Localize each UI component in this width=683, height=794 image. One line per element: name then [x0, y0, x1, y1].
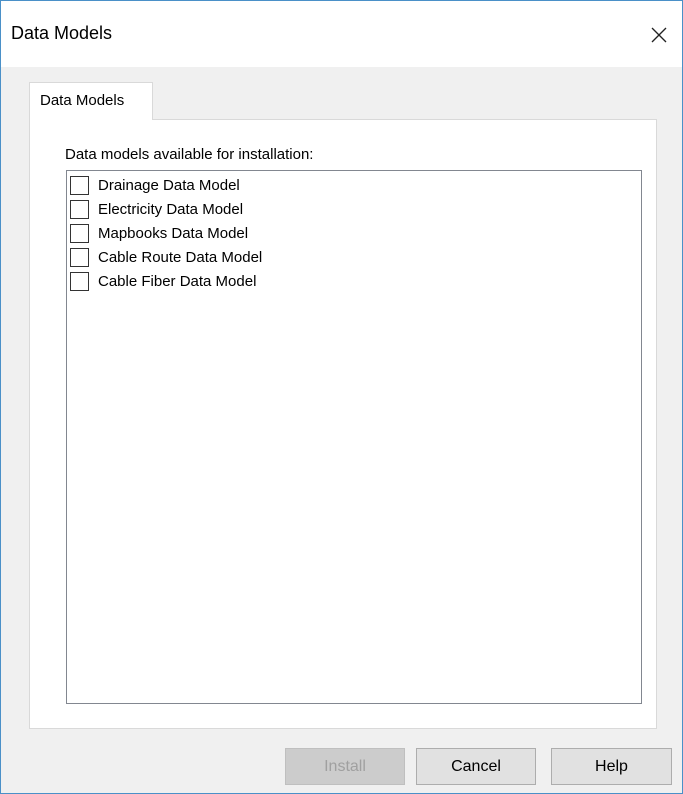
title-bar: Data Models	[1, 1, 682, 67]
checkbox-cable-route[interactable]	[70, 247, 89, 267]
close-icon	[651, 27, 667, 43]
window-title: Data Models	[11, 23, 113, 43]
install-button[interactable]: Install	[285, 748, 405, 785]
help-button[interactable]: Help	[551, 748, 672, 785]
tab-data-models[interactable]: Data Models	[29, 82, 153, 120]
checkbox-electricity[interactable]	[70, 199, 89, 219]
checkbox-cable-fiber[interactable]	[70, 271, 89, 291]
checkbox-drainage[interactable]	[70, 175, 89, 195]
item-label: Cable Fiber Data Model	[98, 272, 257, 290]
data-models-list[interactable]: Drainage Data Model Electricity Data Mod…	[66, 170, 642, 704]
item-label: Drainage Data Model	[98, 176, 240, 194]
list-item-electricity[interactable]: Electricity Data Model	[70, 197, 243, 221]
cancel-button[interactable]: Cancel	[416, 748, 536, 785]
item-label: Electricity Data Model	[98, 200, 244, 218]
list-item-mapbooks[interactable]: Mapbooks Data Model	[70, 221, 248, 245]
item-label: Cable Route Data Model	[98, 248, 263, 266]
list-caption: Data models available for installation:	[65, 146, 314, 163]
list-item-cable-route[interactable]: Cable Route Data Model	[70, 245, 262, 269]
list-item-drainage[interactable]: Drainage Data Model	[70, 173, 240, 197]
dialog-window: Data Models Data Models Data models avai…	[0, 0, 683, 794]
close-button[interactable]	[636, 13, 682, 57]
tab-panel: Data models available for installation: …	[29, 119, 657, 729]
list-item-cable-fiber[interactable]: Cable Fiber Data Model	[70, 269, 256, 293]
checkbox-mapbooks[interactable]	[70, 223, 89, 243]
item-label: Mapbooks Data Model	[98, 224, 249, 242]
tab-label: Data Models	[40, 92, 125, 109]
